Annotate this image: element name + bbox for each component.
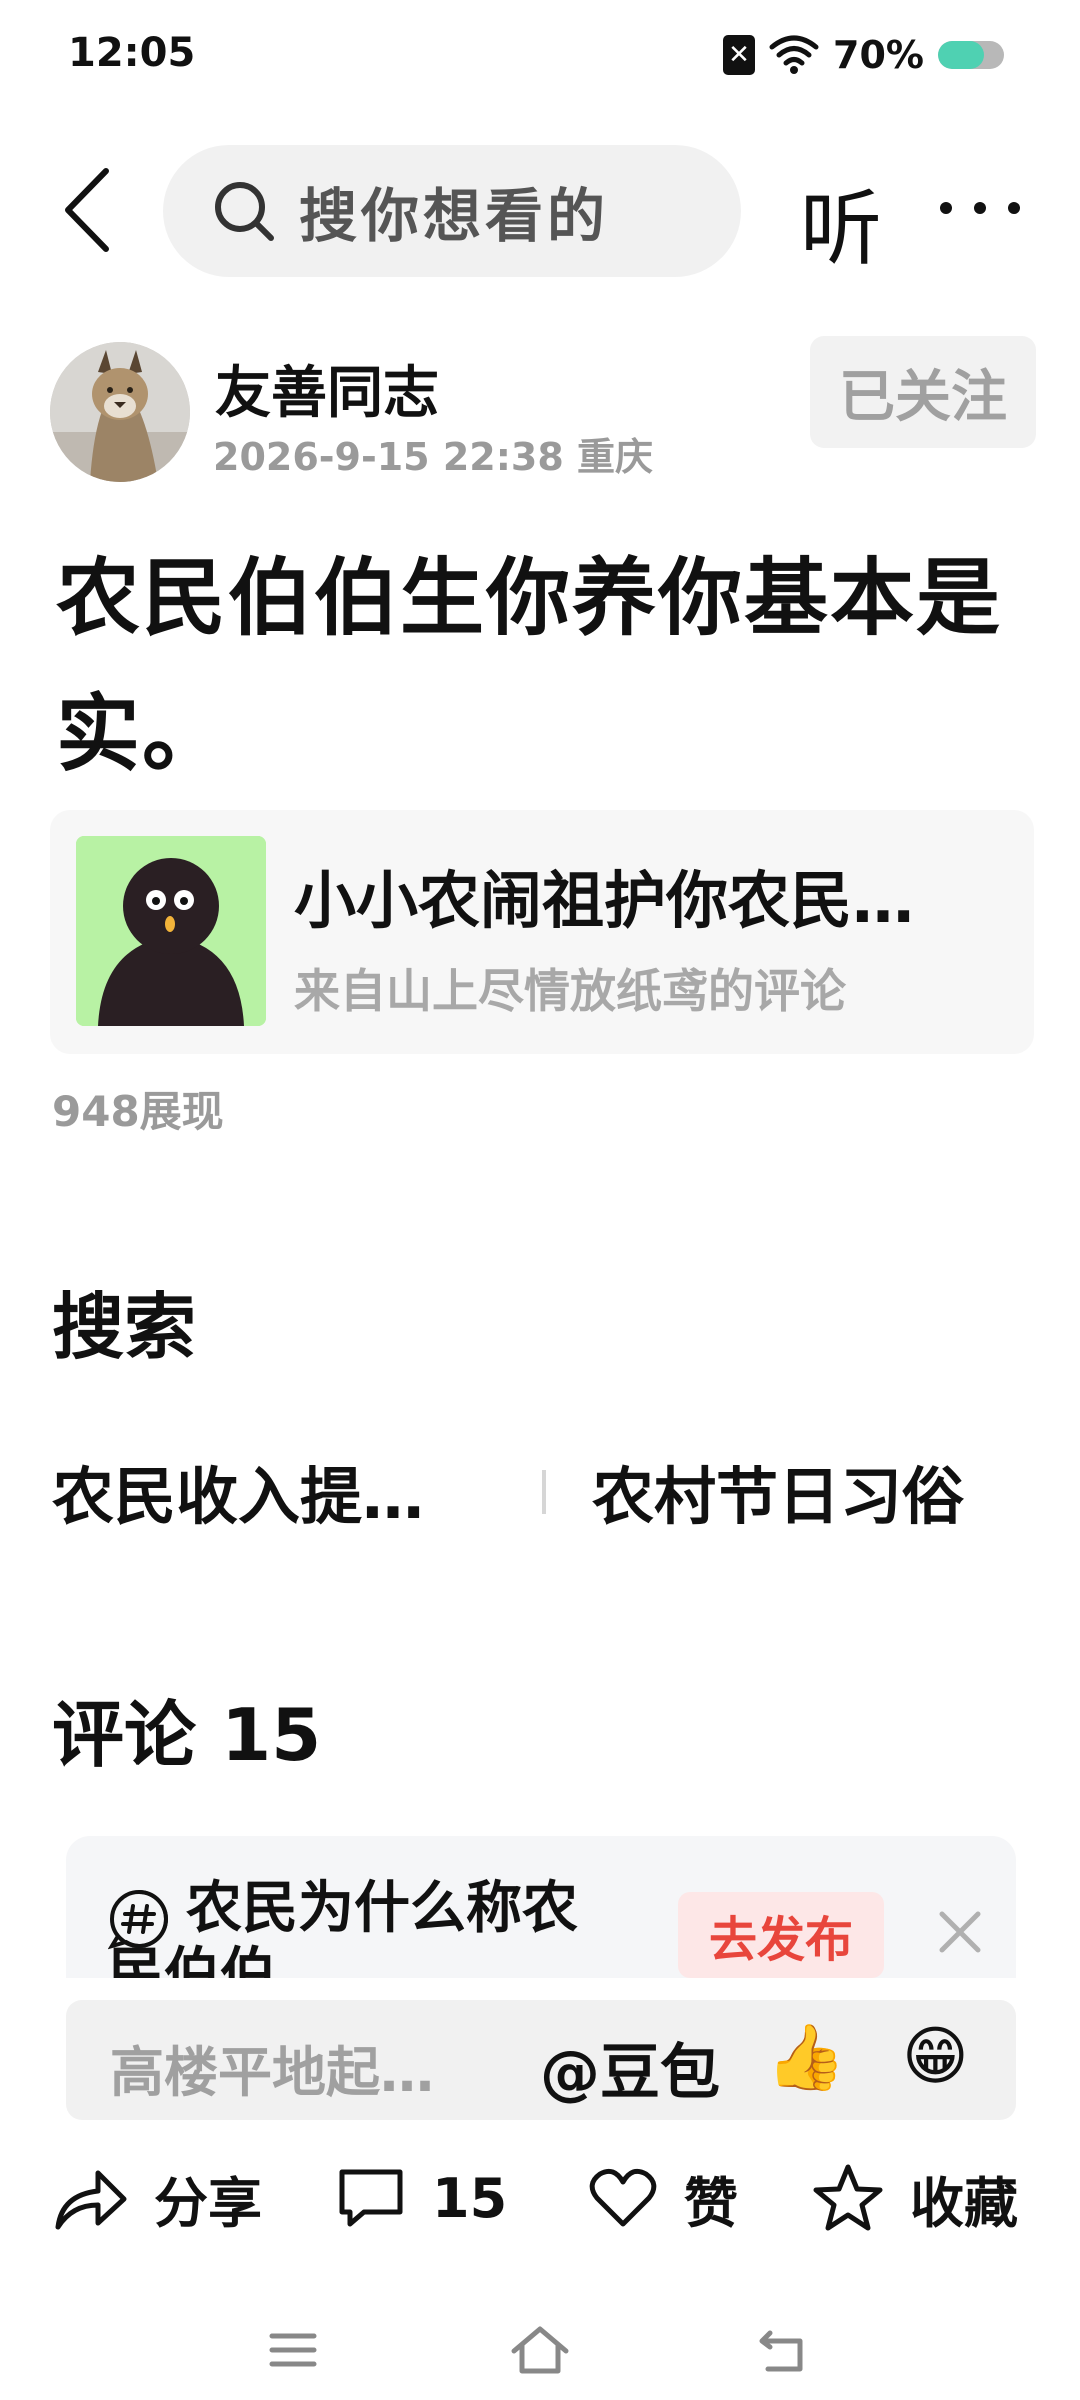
home-icon bbox=[511, 2326, 569, 2374]
back-nav-icon bbox=[759, 2330, 803, 2372]
quote-thumbnail bbox=[76, 836, 266, 1026]
status-bar: 12:05 ✕ 70% bbox=[0, 0, 1080, 110]
listen-button[interactable]: 听 bbox=[800, 162, 882, 281]
comment-input[interactable]: 高楼平地起… bbox=[110, 2028, 434, 2107]
quote-source: 来自山上尽情放纸鸢的评论 bbox=[294, 964, 846, 1018]
like-label: 赞 bbox=[684, 2171, 738, 2235]
mention-doubao-button[interactable]: @豆包 bbox=[540, 2024, 720, 2111]
comment-button[interactable]: 15 bbox=[336, 2158, 507, 2238]
more-dot bbox=[1008, 202, 1020, 214]
back-nav-button[interactable] bbox=[748, 2320, 818, 2380]
post-meta: 2026-9-15 22:38 重庆 bbox=[213, 435, 654, 479]
system-nav-bar bbox=[0, 2300, 1080, 2400]
search-placeholder: 搜你想看的 bbox=[299, 182, 610, 250]
action-bar: 分享 15 赞 收藏 bbox=[0, 2148, 1080, 2248]
quote-title: 小小农闹祖护你农民… bbox=[294, 864, 915, 937]
more-dot bbox=[940, 202, 952, 214]
search-tag[interactable]: 农民收入提… bbox=[52, 1446, 424, 1536]
topic-prompt-text: 农民为什么称农民伯伯 bbox=[108, 1876, 578, 1978]
favorite-button[interactable]: 收藏 bbox=[812, 2158, 1018, 2238]
like-button[interactable]: 赞 bbox=[588, 2158, 738, 2238]
more-icon[interactable] bbox=[940, 178, 1020, 238]
share-label: 分享 bbox=[154, 2171, 262, 2235]
battery-icon bbox=[938, 41, 1004, 69]
topic-prompt-card[interactable]: 农民为什么称农民伯伯 去发布 bbox=[66, 1836, 1016, 1978]
search-tags: 农民收入提… 农村节日习俗 bbox=[52, 1446, 1032, 1536]
tag-divider bbox=[542, 1470, 546, 1514]
status-indicators: ✕ 70% bbox=[723, 32, 1004, 78]
post-text: 农民伯伯生你养你基本是实。 bbox=[56, 549, 1003, 783]
view-count: 948展现 bbox=[52, 1087, 224, 1136]
search-section-title: 搜索 bbox=[52, 1285, 197, 1369]
menu-icon bbox=[269, 2333, 317, 2367]
star-icon bbox=[813, 2164, 883, 2231]
search-input[interactable]: 搜你想看的 bbox=[163, 145, 741, 277]
no-sim-icon: ✕ bbox=[723, 35, 756, 75]
follow-button[interactable]: 已关注 bbox=[810, 336, 1036, 448]
top-bar: 搜你想看的 听 bbox=[0, 140, 1080, 280]
battery-percent: 70% bbox=[833, 33, 924, 77]
recent-apps-button[interactable] bbox=[258, 2320, 328, 2380]
penguin-avatar-image bbox=[76, 836, 266, 1026]
lynx-avatar-image bbox=[50, 342, 190, 482]
close-icon[interactable] bbox=[930, 1902, 990, 1962]
more-dot bbox=[974, 202, 986, 214]
publish-button[interactable]: 去发布 bbox=[678, 1892, 884, 1978]
back-button[interactable] bbox=[52, 162, 122, 258]
quoted-comment-card[interactable]: 小小农闹祖护你农民… 来自山上尽情放纸鸢的评论 bbox=[50, 810, 1034, 1054]
grin-emoji-button[interactable]: 😁 bbox=[902, 2020, 969, 2094]
back-arrow-icon bbox=[65, 168, 109, 252]
comment-input-bar: 高楼平地起… @豆包 👍 😁 bbox=[66, 2000, 1016, 2120]
comment-icon bbox=[339, 2169, 403, 2227]
author-name[interactable]: 友善同志 bbox=[215, 348, 439, 429]
heart-icon bbox=[589, 2168, 657, 2227]
search-tag[interactable]: 农村节日习俗 bbox=[592, 1446, 964, 1536]
search-icon bbox=[215, 182, 274, 241]
favorite-label: 收藏 bbox=[910, 2171, 1018, 2235]
avatar[interactable] bbox=[50, 342, 190, 482]
comments-title: 评论 15 bbox=[52, 1693, 322, 1777]
home-button[interactable] bbox=[505, 2320, 575, 2380]
status-time: 12:05 bbox=[68, 30, 196, 76]
comment-count: 15 bbox=[432, 2166, 508, 2230]
author-row: 友善同志 2026-9-15 22:38 重庆 已关注 bbox=[0, 336, 1080, 490]
share-button[interactable]: 分享 bbox=[54, 2158, 262, 2238]
battery-level bbox=[938, 41, 985, 69]
thumbs-up-emoji-button[interactable]: 👍 bbox=[766, 2020, 846, 2095]
wifi-icon bbox=[769, 35, 819, 74]
share-icon bbox=[55, 2170, 127, 2230]
